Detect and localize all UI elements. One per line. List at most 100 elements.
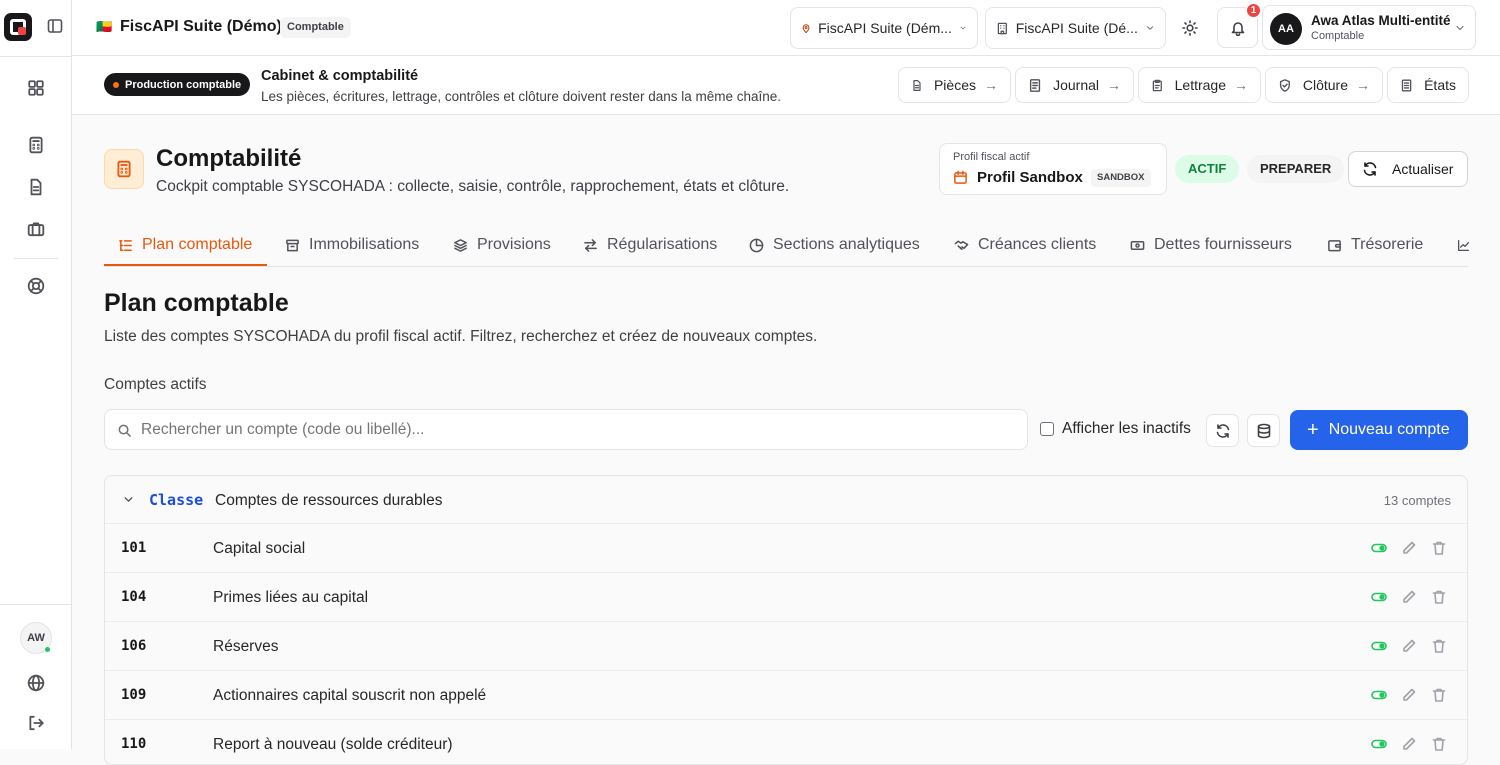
- toggle-on-icon[interactable]: [1371, 687, 1387, 703]
- sidebar-item-accounting[interactable]: [22, 131, 50, 159]
- refresh-button-label: Actualiser: [1392, 161, 1454, 177]
- tab-label: Sections analytiques: [773, 236, 920, 253]
- trash-icon[interactable]: [1431, 736, 1447, 752]
- sidebar-item-documents[interactable]: [22, 173, 50, 201]
- toggle-sidebar-icon[interactable]: [47, 18, 63, 34]
- refresh-icon: [1363, 162, 1377, 176]
- tab-label: Provisions: [477, 236, 551, 253]
- quick-link-etats[interactable]: États: [1387, 67, 1469, 103]
- arrow-right-icon: →: [1107, 77, 1121, 93]
- user-menu-button[interactable]: AA Awa Atlas Multi-entité Comptable: [1262, 5, 1476, 50]
- entity-select[interactable]: FiscAPI Suite (Dé...: [985, 7, 1166, 49]
- tab-label: Créances clients: [978, 236, 1097, 253]
- edit-icon[interactable]: [1401, 540, 1417, 556]
- sidebar-item-briefcase[interactable]: [22, 215, 50, 243]
- arrows-swap-icon: [584, 238, 597, 252]
- tab-label: Trésorerie: [1351, 236, 1424, 253]
- toggle-on-icon[interactable]: [1371, 589, 1387, 605]
- account-label: Actionnaires capital souscrit non appelé: [213, 687, 487, 704]
- user-initials: AA: [1278, 23, 1294, 35]
- sidebar-item-dashboard[interactable]: [22, 74, 50, 102]
- production-badge-label: Production comptable: [125, 78, 242, 91]
- trash-icon[interactable]: [1431, 589, 1447, 605]
- refresh-icon: [1216, 423, 1229, 438]
- calendar-icon: [954, 170, 967, 184]
- sidebar-item-support[interactable]: [22, 272, 50, 300]
- language-button[interactable]: [22, 669, 50, 697]
- user-role: Comptable: [1311, 30, 1365, 42]
- tab-sections-analytiques[interactable]: Sections analytiques: [749, 224, 920, 266]
- account-row[interactable]: 109 Actionnaires capital souscrit non ap…: [105, 670, 1467, 719]
- database-button[interactable]: [1247, 414, 1280, 447]
- theme-toggle-button[interactable]: [1176, 14, 1204, 42]
- globe-icon: [27, 674, 45, 692]
- fiscal-profile-card[interactable]: Profil fiscal actif Profil Sandbox SANDB…: [939, 143, 1167, 195]
- building-icon: [997, 22, 1007, 34]
- edit-icon[interactable]: [1401, 687, 1417, 703]
- quick-link-journal[interactable]: Journal →: [1015, 67, 1134, 103]
- class-group-header[interactable]: Classe Comptes de ressources durables 13…: [105, 476, 1467, 523]
- tab-immobilisations[interactable]: Immobilisations: [285, 224, 419, 266]
- logout-button[interactable]: [22, 709, 50, 737]
- quick-link-lettrage[interactable]: Lettrage →: [1138, 67, 1261, 103]
- notifications-button[interactable]: 1: [1217, 2, 1262, 48]
- quick-link-label: États: [1424, 77, 1456, 93]
- status-dot: [113, 81, 119, 88]
- tab-label: Immobilisations: [309, 236, 420, 253]
- dashboard-icon: [28, 80, 44, 96]
- entity-select-value: FiscAPI Suite (Dé...: [1015, 20, 1138, 36]
- banner-title: Cabinet & comptabilité: [261, 68, 419, 84]
- search-icon: [118, 424, 131, 437]
- user-avatar: AA: [1270, 13, 1302, 45]
- edit-icon[interactable]: [1401, 589, 1417, 605]
- trash-icon[interactable]: [1431, 540, 1447, 556]
- search-box[interactable]: [104, 409, 1028, 450]
- new-account-button[interactable]: + Nouveau compte: [1290, 410, 1468, 450]
- role-badge: Comptable: [280, 17, 351, 38]
- account-row[interactable]: 106 Réserves: [105, 621, 1467, 670]
- refresh-button[interactable]: Actualiser: [1348, 151, 1468, 187]
- search-input[interactable]: [141, 410, 1021, 449]
- clipboard-icon: [1152, 79, 1162, 91]
- tab-more[interactable]: [1457, 224, 1470, 266]
- tab-creances-clients[interactable]: Créances clients: [954, 224, 1096, 266]
- account-code: 110: [121, 736, 147, 752]
- workflow-banner: Production comptable Cabinet & comptabil…: [72, 56, 1500, 115]
- tab-plan-comptable[interactable]: Plan comptable: [118, 224, 252, 266]
- account-label: Report à nouveau (solde créditeur): [213, 736, 453, 753]
- toggle-on-icon[interactable]: [1371, 638, 1387, 654]
- sidebar: AW: [0, 0, 72, 749]
- organization-select[interactable]: FiscAPI Suite (Dém...: [790, 7, 978, 49]
- reload-list-button[interactable]: [1206, 414, 1239, 447]
- account-label: Capital social: [213, 540, 306, 557]
- edit-icon[interactable]: [1401, 736, 1417, 752]
- quick-link-cloture[interactable]: Clôture →: [1265, 67, 1383, 103]
- toggle-on-icon[interactable]: [1371, 540, 1387, 556]
- account-row[interactable]: 110 Report à nouveau (solde créditeur): [105, 719, 1467, 753]
- tab-provisions[interactable]: Provisions: [453, 224, 551, 266]
- app-logo[interactable]: [4, 13, 32, 41]
- online-status-dot: [45, 647, 50, 652]
- trash-icon[interactable]: [1431, 687, 1447, 703]
- plus-icon: +: [1307, 419, 1319, 441]
- banknote-icon: [1130, 240, 1145, 250]
- sidebar-user-avatar[interactable]: AW: [20, 622, 52, 654]
- tab-regularisations[interactable]: Régularisations: [583, 224, 717, 266]
- quick-link-label: Lettrage: [1174, 77, 1226, 93]
- country-flag: 🇧🇯: [96, 19, 113, 34]
- account-code: 106: [121, 638, 147, 654]
- account-row[interactable]: 104 Primes liées au capital: [105, 572, 1467, 621]
- toggle-on-icon[interactable]: [1371, 736, 1387, 752]
- account-row[interactable]: 101 Capital social: [105, 523, 1467, 572]
- quick-link-pieces[interactable]: Pièces →: [898, 67, 1011, 103]
- archive-icon: [286, 239, 299, 251]
- show-inactive-toggle[interactable]: Afficher les inactifs: [1040, 420, 1191, 438]
- tab-label: Régularisations: [607, 236, 718, 253]
- trash-icon[interactable]: [1431, 638, 1447, 654]
- bell-icon: [1231, 21, 1244, 36]
- tab-dettes-fournisseurs[interactable]: Dettes fournisseurs: [1130, 224, 1292, 266]
- show-inactive-checkbox[interactable]: [1040, 422, 1054, 436]
- edit-icon[interactable]: [1401, 638, 1417, 654]
- tab-tresorerie[interactable]: Trésorerie: [1327, 224, 1423, 266]
- topbar: 🇧🇯 FiscAPI Suite (Démo) Comptable FiscAP…: [72, 0, 1500, 56]
